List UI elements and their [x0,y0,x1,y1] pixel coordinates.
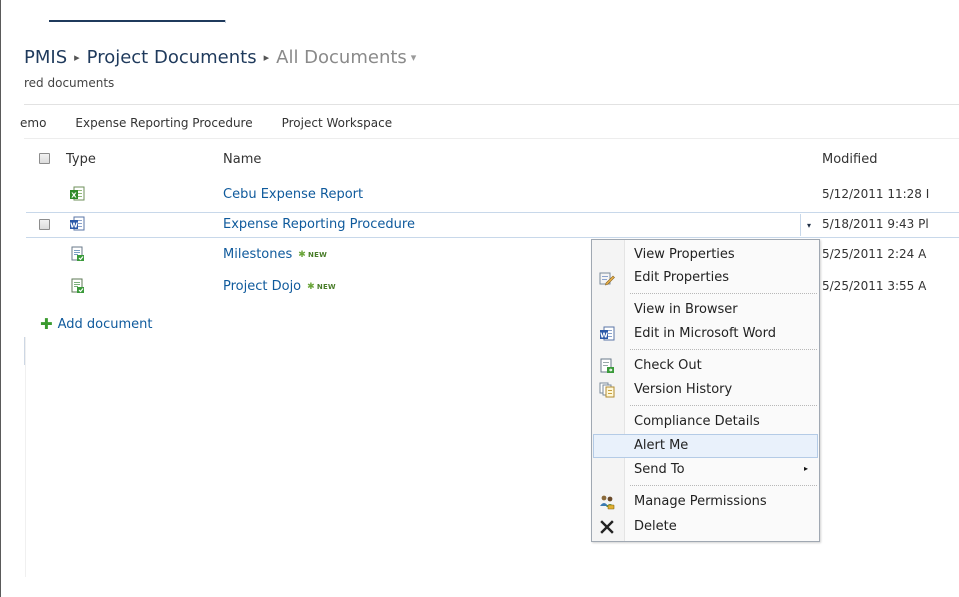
chevron-down-icon[interactable]: ▾ [411,51,417,64]
quicklink-item[interactable]: Expense Reporting Procedure [75,116,252,130]
menu-separator [630,485,817,486]
svg-text:X: X [71,192,77,200]
project-doc-icon [69,246,85,262]
word-doc-icon: W [69,216,85,232]
item-menu-dropdown-button[interactable]: ▾ [800,214,817,236]
chevron-down-icon: ▾ [806,220,811,230]
document-link[interactable]: Project Dojo ✱ NEW [223,279,336,294]
menu-item-edit-in-word[interactable]: W Edit in Microsoft Word [593,322,818,346]
page-description: red documents [24,76,115,90]
edit-properties-icon [599,270,615,286]
menu-separator [630,405,817,406]
word-doc-icon: W [599,326,615,342]
menu-item-view-properties[interactable]: View Properties [593,243,818,267]
modified-date: 5/18/2011 9:43 Pl [822,217,929,231]
document-link[interactable]: Milestones ✱ NEW [223,247,327,262]
breadcrumb-separator-icon: ▸ [263,50,270,64]
version-history-icon [599,382,615,398]
menu-separator [630,293,817,294]
menu-item-version-history[interactable]: Version History [593,378,818,402]
select-all-checkbox[interactable] [39,153,50,164]
check-out-icon [599,358,615,374]
sparkle-icon: ✱ [307,281,315,292]
svg-text:W: W [70,222,78,230]
svg-text:W: W [600,332,608,340]
delete-icon [599,519,615,535]
breadcrumb-site-link[interactable]: PMIS [24,47,67,68]
breadcrumb-separator-icon: ▸ [74,50,80,64]
column-header-name[interactable]: Name [223,152,261,167]
manage-permissions-icon [599,494,615,510]
add-document-link[interactable]: ✚ Add document [40,315,152,333]
column-header-modified[interactable]: Modified [822,152,877,167]
column-header-type[interactable]: Type [66,152,96,167]
quick-launch-bar: emo Expense Reporting Procedure Project … [20,111,421,135]
top-nav-underline [49,20,225,22]
new-badge: ✱ NEW [307,281,336,292]
breadcrumb: PMIS ▸ Project Documents ▸ All Documents… [24,44,416,70]
menu-item-manage-permissions[interactable]: Manage Permissions [593,490,818,514]
modified-date: 5/25/2011 2:24 A [822,247,927,261]
sparkle-icon: ✱ [298,249,307,260]
modified-date: 5/12/2011 11:28 I [822,187,930,201]
submenu-arrow-icon: ▸ [803,464,808,473]
menu-item-edit-properties[interactable]: Edit Properties [593,266,818,290]
breadcrumb-view-selector[interactable]: All Documents [276,47,407,68]
window-left-border [0,0,1,597]
quicklink-item[interactable]: emo [20,116,46,130]
menu-item-send-to[interactable]: Send To ▸ [593,458,818,482]
top-nav-divider [225,20,226,23]
document-link[interactable]: Cebu Expense Report [223,187,363,202]
breadcrumb-library-link[interactable]: Project Documents [87,47,257,68]
quicklink-item[interactable]: Project Workspace [282,116,392,130]
header-divider [24,104,959,105]
left-nav-divider [25,337,26,577]
selected-row-highlight [26,212,959,238]
row-select-checkbox[interactable] [39,219,50,230]
menu-separator [630,349,817,350]
menu-item-delete[interactable]: Delete [593,515,818,539]
document-link[interactable]: Expense Reporting Procedure [223,217,415,232]
menu-item-check-out[interactable]: Check Out [593,354,818,378]
plus-icon: ✚ [40,315,53,333]
menu-item-compliance-details[interactable]: Compliance Details [593,410,818,434]
modified-date: 5/25/2011 3:55 A [822,279,927,293]
menu-item-alert-me[interactable]: Alert Me [593,434,818,458]
quicklinks-divider [24,138,959,139]
project-doc-icon [69,278,85,294]
menu-item-view-in-browser[interactable]: View in Browser [593,298,818,322]
item-context-menu: View Properties Edit Properties View in … [591,239,820,542]
excel-doc-icon: X [69,186,85,202]
new-badge: ✱ NEW [298,249,327,260]
